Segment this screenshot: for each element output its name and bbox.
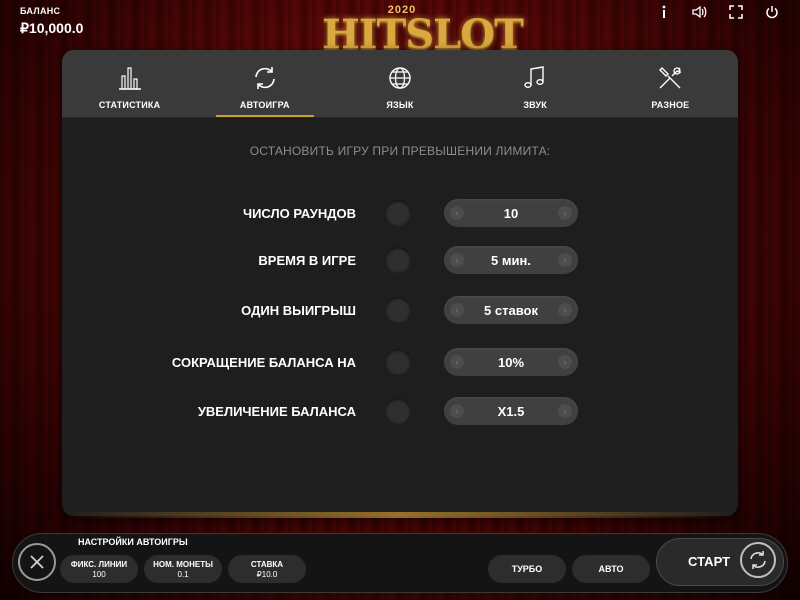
balance-value: ₽10,000.0 xyxy=(20,20,84,36)
fullscreen-icon[interactable] xyxy=(728,4,744,20)
start-label: СТАРТ xyxy=(688,554,731,569)
limit-stepper: ‹ 5 мин. › xyxy=(444,246,578,274)
stepper-increase-button[interactable]: › xyxy=(558,404,572,418)
stepper-decrease-button[interactable]: ‹ xyxy=(450,303,464,317)
globe-icon xyxy=(389,67,411,89)
settings-tabs: СТАТИСТИКА АВТОИГРА ЯЗЫК ЗВУК РАЗНОЕ xyxy=(62,50,738,118)
tab-statistics[interactable]: СТАТИСТИКА xyxy=(75,50,185,117)
limit-row-time: ВРЕМЯ В ИГРЕ ‹ 5 мин. › xyxy=(62,245,738,275)
tab-misc[interactable]: РАЗНОЕ xyxy=(615,50,725,117)
tab-language[interactable]: ЯЗЫК xyxy=(345,50,455,117)
refresh-icon xyxy=(254,67,275,89)
fixed-lines-pill[interactable]: ФИКС. ЛИНИИ 100 xyxy=(60,555,138,583)
power-icon[interactable] xyxy=(764,4,780,20)
tab-sound-label: ЗВУК xyxy=(523,100,547,110)
auto-button[interactable]: АВТО xyxy=(572,555,650,583)
coin-value-value: 0.1 xyxy=(177,569,189,579)
limit-row-balance-increase: УВЕЛИЧЕНИЕ БАЛАНСА ‹ X1.5 › xyxy=(62,396,738,426)
stepper-decrease-button[interactable]: ‹ xyxy=(450,404,464,418)
limit-label: ВРЕМЯ В ИГРЕ xyxy=(258,253,356,268)
stepper-decrease-button[interactable]: ‹ xyxy=(450,206,464,220)
balance-label: БАЛАНС xyxy=(20,6,61,16)
stepper-increase-button[interactable]: › xyxy=(558,355,572,369)
stepper-value: 10 xyxy=(503,205,519,221)
limit-toggle[interactable] xyxy=(385,349,411,375)
bet-pill[interactable]: СТАВКА ₽10.0 xyxy=(228,555,306,583)
close-button[interactable] xyxy=(18,543,56,581)
stepper-decrease-button[interactable]: ‹ xyxy=(450,253,464,267)
bet-value: ₽10.0 xyxy=(256,569,278,579)
music-note-icon xyxy=(524,66,544,89)
tab-misc-label: РАЗНОЕ xyxy=(651,100,690,110)
stepper-decrease-button[interactable]: ‹ xyxy=(450,355,464,369)
tab-autoplay[interactable]: АВТОИГРА xyxy=(210,50,320,117)
top-icons xyxy=(656,4,780,20)
coin-value-pill[interactable]: НОМ. МОНЕТЫ 0.1 xyxy=(144,555,222,583)
settings-panel: СТАТИСТИКА АВТОИГРА ЯЗЫК ЗВУК РАЗНОЕ ОСТ… xyxy=(62,50,738,516)
limit-heading: ОСТАНОВИТЬ ИГРУ ПРИ ПРЕВЫШЕНИИ ЛИМИТА: xyxy=(249,144,551,158)
stepper-increase-button[interactable]: › xyxy=(558,303,572,317)
bet-label: СТАВКА xyxy=(250,559,284,569)
game-logo: 2020 HITSLOT xyxy=(322,4,524,58)
tools-icon xyxy=(659,67,682,89)
limit-row-balance-decrease: СОКРАЩЕНИЕ БАЛАНСА НА ‹ 10% › xyxy=(62,347,738,377)
limit-row-rounds: ЧИСЛО РАУНДОВ ‹ 10 › xyxy=(62,198,738,228)
tab-autoplay-label: АВТОИГРА xyxy=(239,100,290,110)
coin-value-label: НОМ. МОНЕТЫ xyxy=(153,559,213,569)
fixed-lines-label: ФИКС. ЛИНИИ xyxy=(70,559,128,569)
limit-label: СОКРАЩЕНИЕ БАЛАНСА НА xyxy=(171,355,356,370)
stepper-value: 10% xyxy=(497,354,525,370)
stepper-value: 5 мин. xyxy=(491,252,531,268)
limit-stepper: ‹ 10% › xyxy=(444,348,578,376)
panel-glow xyxy=(62,512,738,518)
limit-stepper: ‹ 10 › xyxy=(444,199,578,227)
limit-toggle[interactable] xyxy=(385,247,411,273)
fixed-lines-value: 100 xyxy=(92,569,106,579)
limit-stepper: ‹ 5 ставок › xyxy=(444,296,578,324)
limit-stepper: ‹ X1.5 › xyxy=(444,397,578,425)
spin-icon[interactable] xyxy=(740,542,776,578)
turbo-button[interactable]: ТУРБО xyxy=(488,555,566,583)
tab-statistics-label: СТАТИСТИКА xyxy=(98,100,161,110)
limit-label: ЧИСЛО РАУНДОВ xyxy=(242,206,356,221)
logo-text: HITSLOT xyxy=(322,11,524,58)
tab-language-label: ЯЗЫК xyxy=(386,100,414,110)
limit-toggle[interactable] xyxy=(385,297,411,323)
close-icon xyxy=(30,555,44,569)
limit-row-single-win: ОДИН ВЫИГРЫШ ‹ 5 ставок › xyxy=(62,295,738,325)
limit-label: УВЕЛИЧЕНИЕ БАЛАНСА xyxy=(197,404,356,419)
bar-chart-icon xyxy=(118,67,141,90)
tab-sound[interactable]: ЗВУК xyxy=(480,50,590,117)
limit-toggle[interactable] xyxy=(385,398,411,424)
autoplay-settings-label: НАСТРОЙКИ АВТОИГРЫ xyxy=(78,537,188,547)
limit-toggle[interactable] xyxy=(385,200,411,226)
sound-icon[interactable] xyxy=(692,4,708,20)
info-icon[interactable] xyxy=(656,4,672,20)
stepper-increase-button[interactable]: › xyxy=(557,253,572,267)
stepper-value: X1.5 xyxy=(497,403,525,419)
stepper-increase-button[interactable]: › xyxy=(558,206,572,220)
auto-label: АВТО xyxy=(598,564,624,574)
limit-label: ОДИН ВЫИГРЫШ xyxy=(241,303,356,318)
stepper-value: 5 ставок xyxy=(484,302,538,318)
turbo-label: ТУРБО xyxy=(511,564,543,574)
